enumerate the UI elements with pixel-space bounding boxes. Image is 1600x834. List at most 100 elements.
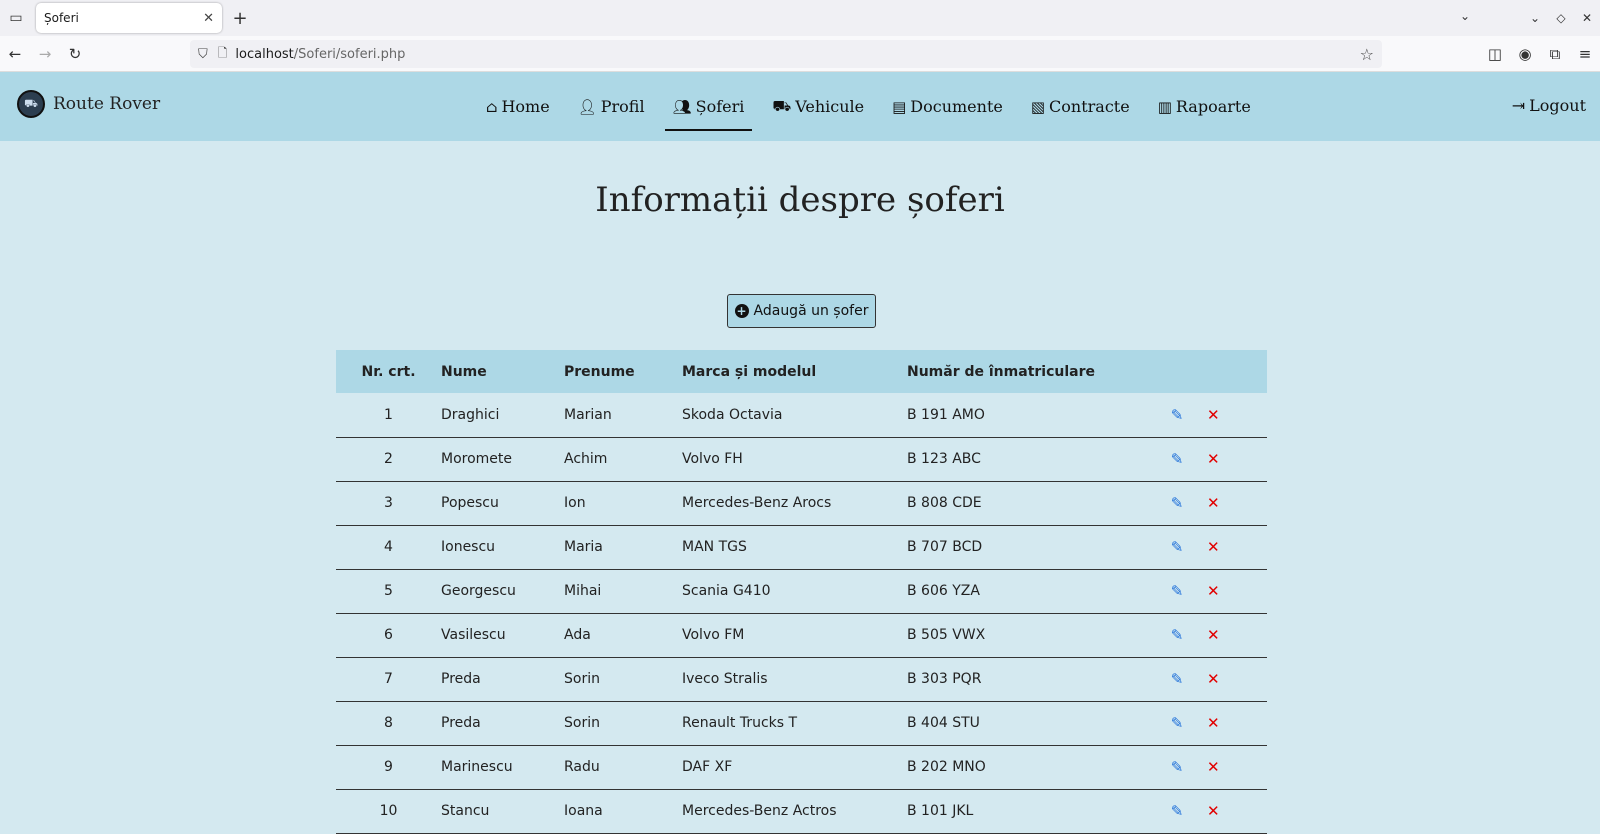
cell-numar: B 191 AMO [907,406,985,423]
cell-nr: 4 [384,539,393,555]
nav-item-soferi[interactable]: 👥︎ Șoferi [664,72,753,141]
cell-nr: 1 [384,406,393,423]
delete-icon[interactable]: ✕ [1207,745,1267,789]
delete-icon[interactable]: ✕ [1207,789,1267,833]
cell-numar: B 505 VWX [907,627,986,643]
delete-icon[interactable]: ✕ [1207,525,1267,569]
nav-label: Documente [910,97,1003,116]
delete-icon[interactable]: ✕ [1207,701,1267,745]
add-driver-label: Adaugă un șofer [753,303,869,319]
table-row: 9 Marinescu Radu DAF XF B 202 MNO ✎ ✕ [336,745,1267,789]
cell-marca: MAN TGS [682,539,747,555]
nav-item-rapoarte[interactable]: ▥ Rapoarte [1150,72,1259,141]
nav-item-profil[interactable]: 👤︎ Profil [570,72,653,141]
url-path: /Soferi/soferi.php [293,46,406,62]
edit-icon[interactable]: ✎ [1147,393,1207,437]
table-row: 5 Georgescu Mihai Scania G410 B 606 YZA ✎ ✕ [336,569,1267,613]
home-icon: ⌂ [486,97,498,116]
shield-icon[interactable]: ⛉ [198,47,208,62]
delete-icon[interactable]: ✕ [1207,437,1267,481]
edit-icon[interactable]: ✎ [1147,789,1207,833]
edit-icon[interactable]: ✎ [1147,569,1207,613]
menu-icon[interactable]: ≡ [1570,45,1600,63]
nav-item-documente[interactable]: ▤ Documente [884,72,1011,141]
col-header-numar: Număr de înmatriculare [907,363,1095,380]
url-bar[interactable]: ⛉ 🗋 localhost/Soferi/soferi.php ☆ [190,40,1382,68]
bookmark-star-icon[interactable]: ☆ [1360,45,1374,64]
delete-icon[interactable]: ✕ [1207,569,1267,613]
table-row: 3 Popescu Ion Mercedes-Benz Arocs B 808 CDE ✎… [336,481,1267,525]
cell-marca: Scania G410 [682,583,771,599]
col-header-nr: Nr. crt. [361,363,416,380]
tab-list-icon[interactable]: ▭ [2,4,30,32]
pocket-icon[interactable]: ◫ [1480,45,1510,63]
delete-icon[interactable]: ✕ [1207,613,1267,657]
cell-nume: Moromete [441,451,513,467]
delete-icon[interactable]: ✕ [1207,393,1267,437]
forward-icon[interactable]: → [30,45,60,63]
edit-icon[interactable]: ✎ [1147,657,1207,701]
back-icon[interactable]: ← [0,45,30,63]
cell-prenume: Sorin [564,671,600,687]
cell-prenume: Ioana [564,803,603,819]
cell-prenume: Radu [564,759,600,775]
main-nav: ⌂ Home 👤︎ Profil 👥︎ Șoferi ⛟ Vehicule ▤ … [478,72,1271,141]
table-row: 6 Vasilescu Ada Volvo FM B 505 VWX ✎ ✕ [336,613,1267,657]
close-tab-icon[interactable]: ✕ [203,11,214,26]
site-header: ⛟ Route Rover ⌂ Home 👤︎ Profil 👥︎ Șoferi… [0,72,1600,141]
delete-icon[interactable]: ✕ [1207,657,1267,701]
logout-link[interactable]: ⇥ Logout [1512,96,1586,115]
browser-right-tools: ◫ ◉ ⧉ ≡ [1480,36,1600,72]
minimize-icon[interactable]: ⌄ [1522,11,1548,25]
cell-prenume: Marian [564,406,612,423]
cell-nr: 7 [384,671,393,687]
cell-prenume: Sorin [564,715,600,731]
nav-item-home[interactable]: ⌂ Home [478,72,558,141]
nav-item-contracte[interactable]: ▧ Contracte [1023,72,1138,141]
reload-icon[interactable]: ↻ [60,45,90,63]
cell-numar: B 606 YZA [907,583,980,599]
user-icon: 👤︎ [577,97,597,116]
nav-item-vehicule[interactable]: ⛟ Vehicule [764,72,872,141]
nav-label: Rapoarte [1175,97,1251,116]
cell-nr: 10 [379,803,398,819]
cell-marca: Volvo FM [682,627,745,643]
edit-icon[interactable]: ✎ [1147,481,1207,525]
table-row: 1 Draghici Marian Skoda Octavia B 191 AMO ✎ ✕ [336,393,1267,437]
cell-numar: B 123 ABC [907,451,981,467]
cell-numar: B 101 JKL [907,803,974,819]
restore-icon[interactable]: ◇ [1548,11,1574,25]
edit-icon[interactable]: ✎ [1147,613,1207,657]
edit-icon[interactable]: ✎ [1147,745,1207,789]
extensions-icon[interactable]: ⧉ [1540,45,1570,63]
cell-prenume: Ion [564,495,586,511]
cell-nume: Draghici [441,406,500,423]
cell-marca: DAF XF [682,759,733,775]
table-body: 1 Draghici Marian Skoda Octavia B 191 AMO ✎ ✕ 2… [336,393,1267,833]
cell-numar: B 303 PQR [907,671,982,687]
plus-circle-icon: + [734,304,749,318]
table-row: 2 Moromete Achim Volvo FH B 123 ABC ✎ ✕ [336,437,1267,481]
window-controls: ⌄ ◇ ✕ [1522,0,1600,36]
table-header-row: Nr. crt. Nume Prenume Marca și modelul N… [336,350,1267,393]
brand-name: Route Rover [53,94,161,114]
brand[interactable]: ⛟ Route Rover [17,90,160,118]
cell-nume: Preda [441,715,481,731]
account-icon[interactable]: ◉ [1510,45,1540,63]
edit-icon[interactable]: ✎ [1147,525,1207,569]
table-row: 7 Preda Sorin Iveco Stralis B 303 PQR ✎ ✕ [336,657,1267,701]
add-driver-button[interactable]: + Adaugă un șofer [727,294,876,328]
cell-nume: Vasilescu [441,627,506,643]
cell-marca: Skoda Octavia [682,406,783,423]
cell-numar: B 808 CDE [907,495,982,511]
tab-overflow-icon[interactable]: ⌄ [1460,9,1470,23]
nav-label: Șoferi [695,97,745,116]
browser-tab[interactable]: Șoferi ✕ [36,3,222,33]
new-tab-icon[interactable]: + [226,4,254,32]
close-window-icon[interactable]: ✕ [1574,11,1600,25]
edit-icon[interactable]: ✎ [1147,437,1207,481]
delete-icon[interactable]: ✕ [1207,481,1267,525]
nav-label: Vehicule [795,97,865,116]
edit-icon[interactable]: ✎ [1147,701,1207,745]
chart-icon: ▥ [1157,97,1172,116]
